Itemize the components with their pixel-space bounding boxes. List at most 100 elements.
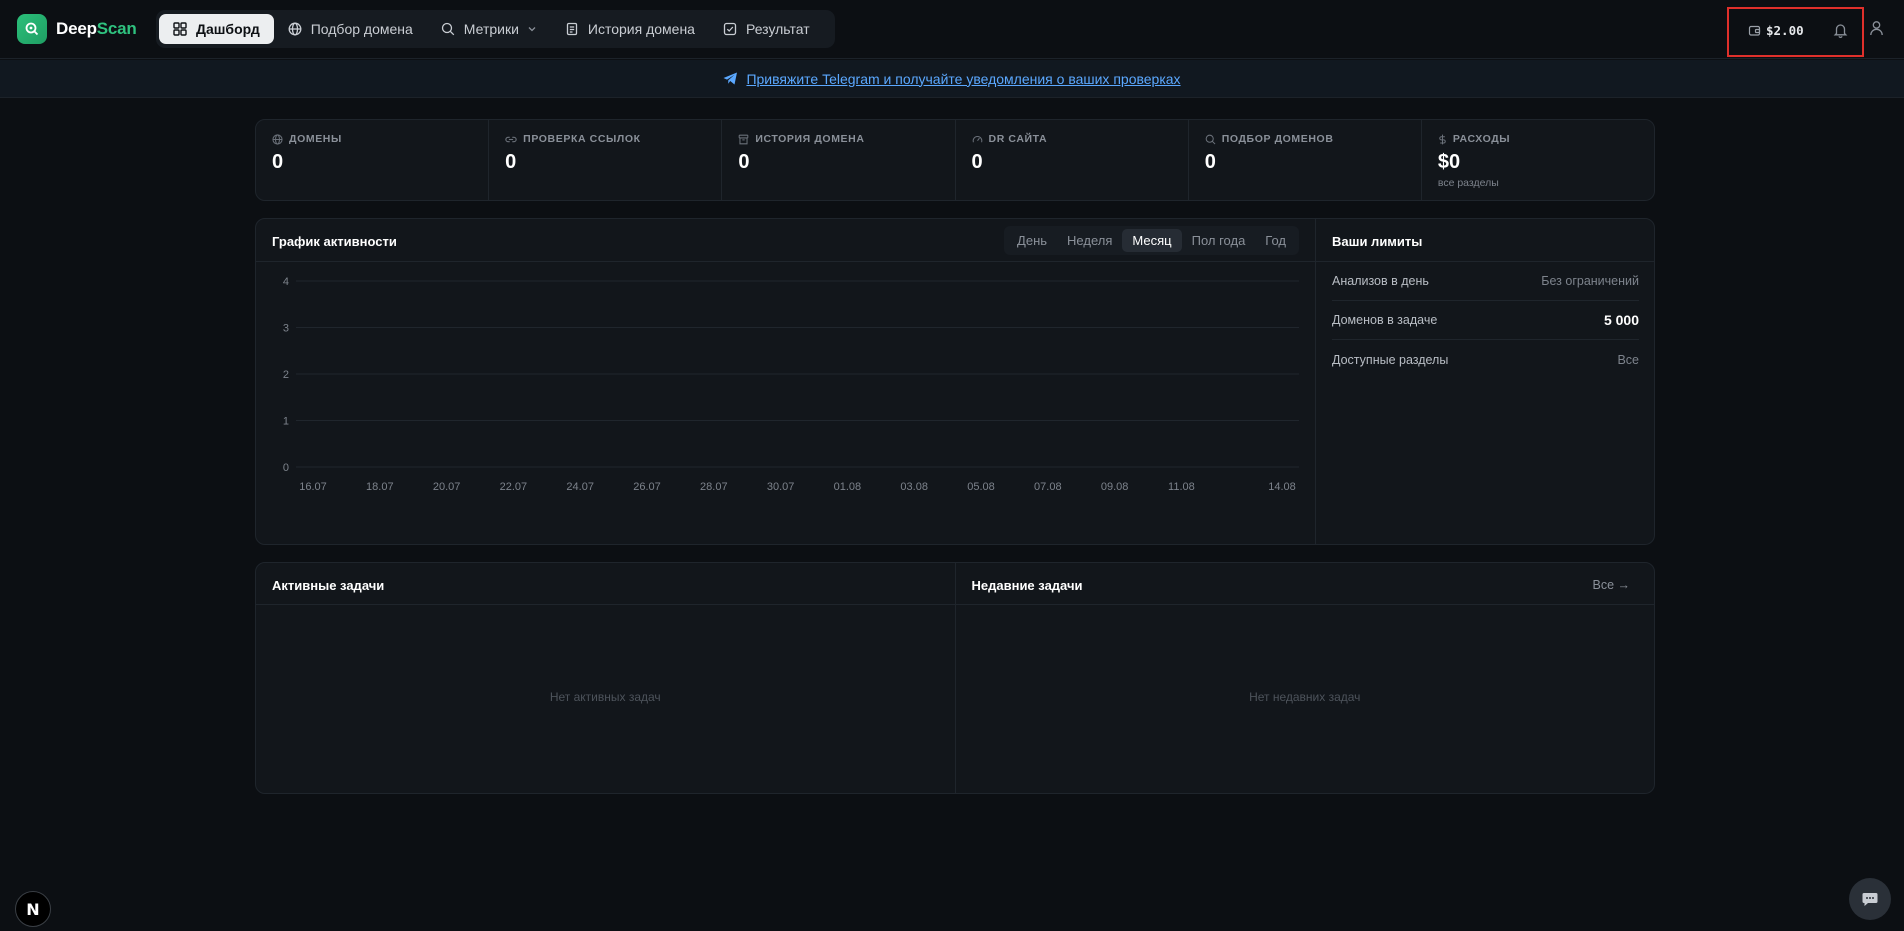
stats-panel: ДОМЕНЫ 0 ПРОВЕРКА ССЫЛОК 0 ИСТОРИЯ ДОМЕН… [255, 119, 1655, 201]
x-tick-label: 26.07 [633, 481, 661, 493]
notifications-button[interactable] [1833, 22, 1848, 43]
stat-value: 0 [738, 151, 750, 173]
limit-key: Доменов в задаче [1332, 313, 1438, 327]
grid-icon [173, 22, 187, 36]
nav-domain-history-label: История домена [587, 21, 695, 37]
user-icon [1870, 21, 1883, 36]
balance-value: $2.00 [1766, 23, 1804, 38]
search-icon [441, 22, 455, 36]
bell-icon [1833, 24, 1848, 38]
x-tick-label: 09.08 [1101, 481, 1129, 493]
brand-name-part2: Scan [96, 19, 137, 38]
stat-domains-label-row: ДОМЕНЫ [272, 133, 472, 145]
globe-icon [272, 133, 283, 145]
archive-icon [739, 134, 749, 144]
limits-header: Ваши лимиты [1316, 219, 1655, 262]
x-tick-label: 14.08 [1268, 481, 1296, 493]
nav-dashboard[interactable]: Дашборд [159, 14, 274, 44]
x-tick-label: 16.07 [299, 481, 327, 493]
stat-label: DR САЙТА [988, 133, 1048, 145]
x-tick-label: 11.08 [1168, 481, 1195, 493]
stat-dr: DR САЙТА 0 [956, 120, 1189, 200]
stat-link-check: ПРОВЕРКА ССЫЛОК 0 [489, 120, 723, 200]
stat-domain-selection: ПОДБОР ДОМЕНОВ 0 [1189, 120, 1422, 200]
x-tick-label: 20.07 [433, 481, 461, 493]
nav-dashboard-label: Дашборд [196, 21, 260, 37]
x-tick-label: 30.07 [767, 481, 795, 493]
logo[interactable]: DeepScan [17, 14, 137, 44]
stat-domain-history: ИСТОРИЯ ДОМЕНА 0 [722, 120, 956, 200]
period-month[interactable]: Месяц [1122, 229, 1182, 252]
chevron-down-icon [528, 27, 536, 32]
stat-value: 0 [272, 151, 284, 173]
gauge-icon [972, 135, 982, 142]
main-nav: Дашборд Подбор домена Метрики История до… [156, 10, 835, 48]
nav-domain-selection[interactable]: Подбор домена [274, 14, 427, 44]
brand-name-part1: Deep [56, 19, 97, 38]
stat-expenses-label-row: РАСХОДЫ [1438, 133, 1638, 145]
y-tick-label: 3 [283, 323, 289, 335]
period-year[interactable]: Год [1255, 229, 1296, 252]
x-tick-label: 24.07 [566, 481, 594, 493]
limit-key: Анализов в день [1332, 274, 1429, 288]
tasks-panel: Активные задачи Нет активных задач Недав… [255, 562, 1655, 794]
nav-metrics-label: Метрики [463, 21, 519, 37]
x-tick-label: 03.08 [900, 481, 928, 493]
period-week[interactable]: Неделя [1057, 229, 1122, 252]
telegram-banner: Привяжите Telegram и получайте уведомлен… [0, 60, 1904, 98]
stat-value: 0 [1204, 151, 1216, 173]
stat-label: ДОМЕНЫ [289, 133, 342, 145]
top-header: DeepScan Дашборд Подбор домена Метрики И… [0, 0, 1904, 59]
nav-result[interactable]: Результат [709, 14, 824, 44]
y-tick-label: 4 [283, 276, 289, 288]
stat-link-check-label-row: ПРОВЕРКА ССЫЛОК [505, 133, 705, 145]
stat-expenses: РАСХОДЫ $0 все разделы [1422, 120, 1654, 200]
stat-domain-selection-label-row: ПОДБОР ДОМЕНОВ [1205, 133, 1405, 145]
stat-label: РАСХОДЫ [1452, 133, 1511, 145]
limit-row-sections: Доступные разделы Все [1332, 340, 1639, 379]
active-tasks-title: Активные задачи [272, 578, 385, 593]
stat-label: ПРОВЕРКА ССЫЛОК [523, 133, 641, 145]
wallet-icon [1748, 25, 1761, 36]
nav-metrics[interactable]: Метрики [427, 14, 551, 44]
stat-label: ПОДБОР ДОМЕНОВ [1221, 133, 1334, 145]
limit-row-domains: Доменов в задаче 5 000 [1332, 301, 1639, 340]
stat-domains: ДОМЕНЫ 0 [256, 120, 490, 200]
stat-value: 0 [505, 151, 517, 173]
x-tick-label: 07.08 [1034, 481, 1062, 493]
stat-value: 0 [971, 151, 983, 173]
chat-icon [1862, 892, 1878, 906]
period-half-year[interactable]: Пол года [1182, 229, 1256, 252]
y-tick-label: 1 [283, 416, 289, 428]
nav-domain-history[interactable]: История домена [551, 14, 709, 44]
brand-name: DeepScan [56, 19, 137, 39]
x-tick-label: 22.07 [500, 481, 528, 493]
user-menu-button[interactable] [1869, 20, 1884, 41]
chat-button[interactable] [1849, 878, 1891, 920]
limit-value: 5 000 [1603, 312, 1639, 328]
telegram-link[interactable]: Привяжите Telegram и получайте уведомлен… [746, 71, 1180, 87]
chart-title: График активности [272, 234, 397, 249]
recent-tasks-all-link[interactable]: Все → [1592, 578, 1630, 592]
logo-search-icon [17, 14, 47, 44]
period-switcher: День Неделя Месяц Пол года Год [1004, 226, 1299, 255]
recent-tasks-title: Недавние задачи [971, 578, 1083, 593]
stat-sub: все разделы [1437, 177, 1499, 189]
search-icon [1205, 134, 1216, 144]
stat-domain-history-label-row: ИСТОРИЯ ДОМЕНА [738, 133, 938, 145]
nav-domain-selection-label: Подбор домена [310, 21, 413, 37]
x-tick-label: 18.07 [366, 481, 394, 493]
globe-icon [288, 22, 302, 36]
period-day[interactable]: День [1007, 229, 1057, 252]
y-tick-label: 2 [283, 369, 289, 381]
limit-key: Доступные разделы [1332, 352, 1449, 367]
balance-button[interactable]: $2.00 [1748, 23, 1804, 38]
next-dev-badge[interactable]: N [15, 891, 51, 927]
limits-panel: Ваши лимиты Анализов в день Без ограниче… [1315, 219, 1655, 544]
stat-dr-label-row: DR САЙТА [972, 133, 1172, 145]
active-tasks-header: Активные задачи [256, 563, 955, 605]
chart-header: График активности День Неделя Месяц Пол … [256, 219, 1315, 262]
limit-value: Все [1617, 352, 1639, 367]
nav-result-label: Результат [745, 21, 810, 37]
balance-highlight: $2.00 [1727, 7, 1864, 57]
